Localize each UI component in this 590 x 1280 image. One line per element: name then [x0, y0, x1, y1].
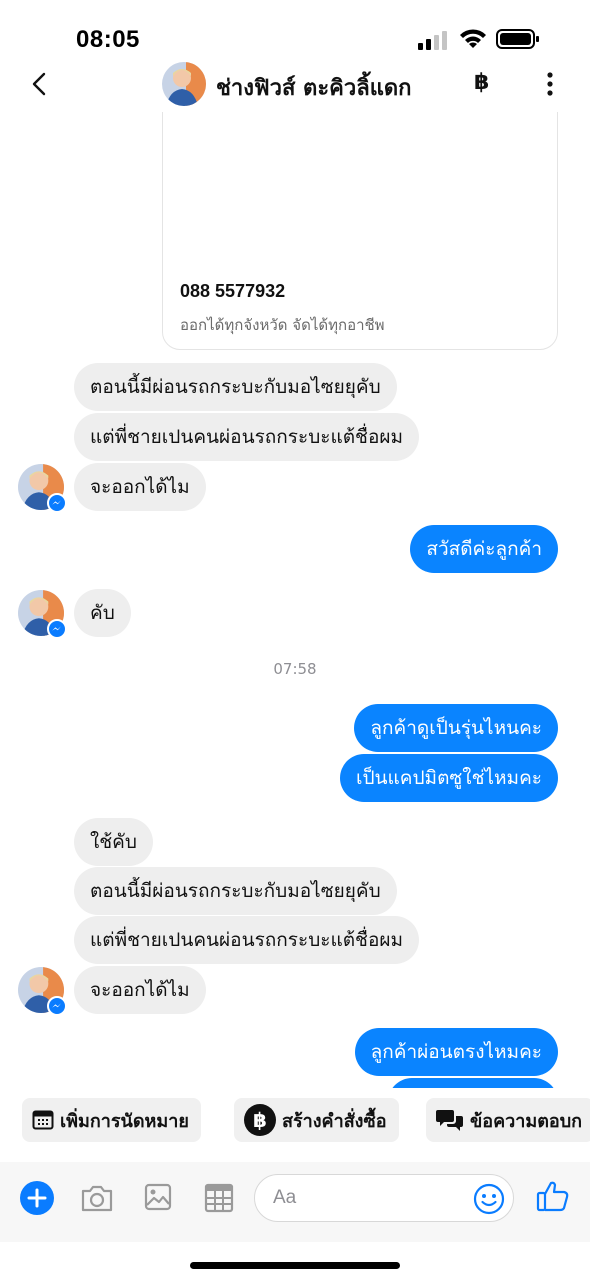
svg-text:฿: ฿ — [253, 1108, 267, 1132]
incoming-message[interactable]: คับ — [74, 589, 131, 637]
outgoing-message-partial[interactable] — [388, 1078, 558, 1088]
create-order-chip[interactable]: ฿ สร้างคำสั่งซื้อ — [234, 1098, 399, 1142]
table-icon[interactable] — [204, 1183, 234, 1213]
card-subtitle: ออกได้ทุกจังหวัด จัดได้ทุกอาชีพ — [180, 316, 385, 334]
contact-name[interactable]: ช่างฟิวส์ ตะคิวลิ้แดก — [216, 70, 412, 105]
back-arrow-icon[interactable] — [28, 68, 52, 100]
camera-icon[interactable] — [80, 1183, 114, 1213]
baht-button[interactable]: ฿ — [474, 70, 489, 95]
incoming-message[interactable]: ใช้คับ — [74, 818, 153, 866]
messenger-badge-icon — [47, 493, 67, 513]
contact-avatar[interactable] — [162, 62, 206, 106]
cellular-signal-icon — [418, 31, 447, 50]
shared-post-card[interactable]: 088 5577932 ออกได้ทุกจังหวัด จัดได้ทุกอา… — [162, 112, 558, 350]
card-phone-number: 088 5577932 — [180, 281, 286, 301]
sender-avatar[interactable] — [18, 464, 67, 513]
message-composer — [0, 1162, 590, 1242]
messenger-badge-icon — [47, 619, 67, 639]
emoji-icon[interactable] — [473, 1183, 505, 1215]
status-bar: 08:05 — [0, 0, 590, 58]
outgoing-message[interactable]: สวัสดีค่ะลูกค้า — [410, 525, 558, 573]
thumbs-up-icon[interactable] — [536, 1179, 570, 1213]
home-indicator — [190, 1262, 400, 1269]
create-order-label: สร้างคำสั่งซื้อ — [282, 1110, 387, 1132]
incoming-message[interactable]: ตอนนี้มีผ่อนรถกระบะกับมอไซยยุคับ — [74, 867, 397, 915]
incoming-message[interactable]: ตอนนี้มีผ่อนรถกระบะกับมอไซยยุคับ — [74, 363, 397, 411]
outgoing-message[interactable]: ลูกค้าดูเป็นรุ่นไหนคะ — [354, 704, 558, 752]
incoming-message[interactable]: จะออกได้ไม — [74, 463, 206, 511]
add-appointment-label: เพิ่มการนัดหมาย — [60, 1110, 189, 1132]
more-options-icon[interactable] — [538, 70, 562, 98]
sender-avatar[interactable] — [18, 590, 67, 639]
incoming-message[interactable]: จะออกได้ไม — [74, 966, 206, 1014]
image-icon[interactable] — [144, 1183, 172, 1211]
quick-actions-bar: เพิ่มการนัดหมาย ฿ สร้างคำสั่งซื้อ ข้อควา… — [0, 1098, 590, 1142]
wifi-icon — [460, 29, 486, 48]
calendar-icon — [32, 1110, 54, 1130]
status-time: 08:05 — [76, 26, 140, 53]
message-list[interactable]: 088 5577932 ออกได้ทุกจังหวัด จัดได้ทุกอา… — [0, 112, 590, 1088]
add-appointment-chip[interactable]: เพิ่มการนัดหมาย — [22, 1098, 201, 1142]
outgoing-message[interactable]: เป็นแคปมิตซูใช่ไหมคะ — [339, 754, 558, 802]
saved-replies-label: ข้อความตอบก — [470, 1110, 583, 1132]
sender-avatar[interactable] — [18, 967, 67, 1016]
chat-bubbles-icon — [436, 1110, 463, 1131]
plus-icon[interactable] — [20, 1181, 54, 1215]
battery-icon — [496, 29, 539, 49]
baht-icon: ฿ — [244, 1104, 276, 1136]
saved-replies-chip[interactable]: ข้อความตอบก — [426, 1098, 590, 1142]
conversation-header: ช่างฟิวส์ ตะคิวลิ้แดก ฿ — [0, 58, 590, 112]
message-input[interactable] — [273, 1183, 473, 1213]
avatar-photo-icon — [162, 62, 206, 106]
message-input-box[interactable] — [254, 1174, 514, 1222]
message-timestamp: 07:58 — [273, 660, 317, 678]
messenger-badge-icon — [47, 996, 67, 1016]
incoming-message[interactable]: แต่พี่ชายเปนคนผ่อนรถกระบะแต้ชื่อผม — [74, 916, 420, 964]
incoming-message[interactable]: แต่พี่ชายเปนคนผ่อนรถกระบะแต้ชื่อผม — [74, 413, 420, 461]
outgoing-message[interactable]: ลูกค้าผ่อนตรงไหมคะ — [354, 1028, 558, 1076]
